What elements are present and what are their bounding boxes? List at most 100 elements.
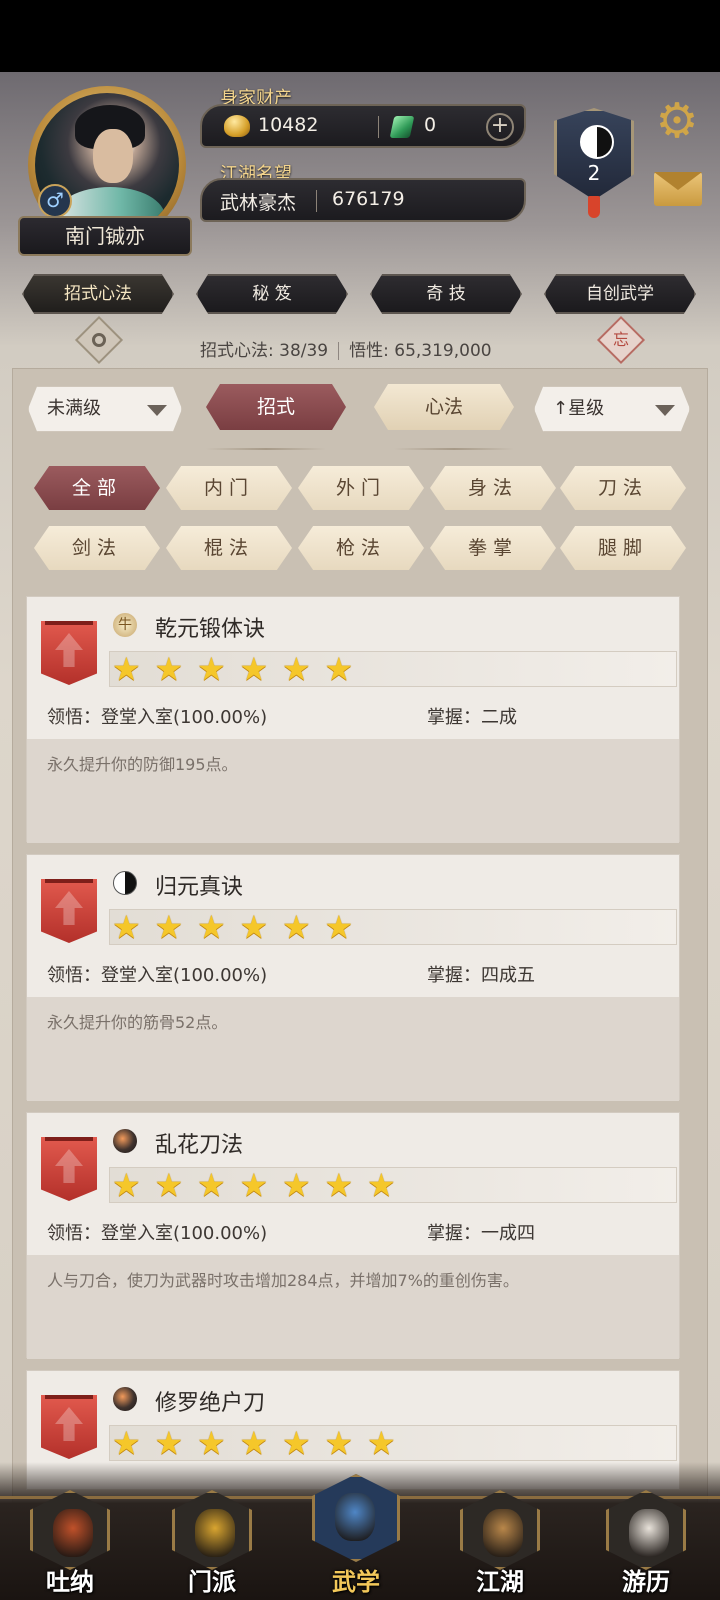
- star-icon: ★: [154, 1166, 184, 1204]
- mail-envelope-icon[interactable]: [654, 172, 702, 206]
- star-icon: ★: [112, 1166, 141, 1204]
- nav-label: 游历: [622, 1567, 670, 1596]
- nav-breathing[interactable]: 吐纳: [22, 1490, 118, 1600]
- filter-spear[interactable]: 枪法: [298, 526, 424, 570]
- skill-description: 永久提升你的筋骨52点。: [47, 1013, 228, 1032]
- star-icon: ★: [197, 1166, 226, 1204]
- tab-moves-methods[interactable]: 招式心法: [22, 274, 174, 314]
- filter-leg-kick[interactable]: 腿脚: [560, 526, 686, 570]
- jade-icon: [389, 116, 415, 138]
- nav-martial-arts[interactable]: 武学: [308, 1474, 404, 1600]
- star-icon: ★: [154, 650, 184, 688]
- nav-travel[interactable]: 游历: [598, 1490, 694, 1600]
- sort-value: ↑星级: [553, 398, 605, 419]
- nav-label: 江湖: [476, 1567, 524, 1596]
- tab-self-created[interactable]: 自创武学: [544, 274, 696, 314]
- nav-label: 吐纳: [46, 1567, 94, 1596]
- star-icon: ★: [324, 1166, 354, 1204]
- horse-icon: [606, 1490, 686, 1570]
- star-icon: ★: [239, 908, 269, 946]
- star-rating: ★ ★ ★ ★ ★ ★ ★: [109, 1425, 677, 1461]
- chevron-down-icon: [655, 405, 675, 416]
- mastery-text: 掌握：四成五: [427, 965, 535, 986]
- star-rating: ★ ★ ★ ★ ★ ★: [109, 651, 677, 687]
- eye-toggle-icon[interactable]: [74, 315, 124, 365]
- star-icon: ★: [367, 1424, 396, 1462]
- star-icon: ★: [154, 908, 184, 946]
- star-icon: ★: [324, 1424, 354, 1462]
- jade-amount: 0: [424, 114, 437, 136]
- level-filter-dropdown[interactable]: 未满级: [28, 386, 182, 432]
- mastery-text: 掌握：一成四: [427, 1223, 535, 1244]
- skill-name: 归元真诀: [155, 875, 244, 900]
- skill-card[interactable]: 归元真诀 ★ ★ ★ ★ ★ ★ 领悟：登堂入室(100.00%) 掌握：四成五 永久提升…: [26, 854, 680, 1101]
- divider-ornament: [394, 448, 514, 450]
- divider-ornament: [206, 448, 326, 450]
- gold-ingot-icon: [224, 115, 250, 137]
- skills-count: 招式心法: 38/39: [200, 341, 329, 361]
- filter-staff[interactable]: 棍法: [166, 526, 292, 570]
- skill-card[interactable]: 牛 乾元锻体诀 ★ ★ ★ ★ ★ ★ 领悟：登堂入室(100.00%) 掌握：二成 永久…: [26, 596, 680, 843]
- yinyang-icon: [113, 871, 137, 895]
- mastery-text: 掌握：二成: [427, 707, 517, 728]
- ox-icon: 牛: [113, 613, 137, 637]
- star-icon: ★: [367, 1166, 396, 1204]
- game-screen: ♂ 南门铖亦 身家财产 10482 0 + 江湖名望 武林豪杰 676179 2…: [0, 72, 720, 1600]
- blade-icon: [113, 1129, 137, 1153]
- gender-male-icon: ♂: [38, 184, 72, 218]
- skill-name: 修罗绝户刀: [155, 1391, 266, 1416]
- tab-special-skills[interactable]: 奇 技: [370, 274, 522, 314]
- player-name: 南门铖亦: [18, 216, 192, 256]
- filter-all[interactable]: 全部: [34, 466, 160, 510]
- filter-sword[interactable]: 剑法: [34, 526, 160, 570]
- sort-dropdown[interactable]: ↑星级: [534, 386, 690, 432]
- yinyang-icon: [580, 125, 614, 159]
- star-icon: ★: [282, 908, 311, 946]
- status-bar: [0, 0, 720, 72]
- nav-sect[interactable]: 门派: [164, 1490, 260, 1600]
- skill-name: 乱花刀法: [155, 1133, 244, 1158]
- reputation-bar: 武林豪杰 676179: [200, 178, 526, 222]
- filter-movement[interactable]: 身法: [430, 466, 556, 510]
- nav-label: 武学: [332, 1567, 380, 1596]
- tab-moves[interactable]: 招式: [206, 384, 346, 430]
- bottom-nav: 吐纳 门派 武学 江湖 游历: [0, 1462, 720, 1600]
- reputation-title: 武林豪杰: [220, 192, 297, 214]
- rank-badge[interactable]: 2: [554, 108, 634, 200]
- add-currency-button[interactable]: +: [486, 113, 514, 141]
- tab-secret-manual[interactable]: 秘 笈: [196, 274, 348, 314]
- filter-outer[interactable]: 外门: [298, 466, 424, 510]
- skills-stats: 招式心法: 38/39 悟性: 65,319,000: [200, 336, 492, 361]
- forget-seal-icon[interactable]: 忘: [596, 315, 646, 365]
- gold-amount: 10482: [258, 114, 319, 136]
- star-icon: ★: [282, 1424, 311, 1462]
- upgrade-banner-icon[interactable]: [41, 1137, 97, 1201]
- upgrade-banner-icon[interactable]: [41, 621, 97, 685]
- comprehension-text: 领悟：登堂入室(100.00%): [47, 1223, 268, 1244]
- star-icon: ★: [197, 1424, 226, 1462]
- skill-description: 人与刀合，使刀为武器时攻击增加284点，并增加7%的重创伤害。: [47, 1271, 519, 1290]
- star-icon: ★: [154, 1424, 184, 1462]
- star-icon: ★: [239, 650, 269, 688]
- filter-inner[interactable]: 内门: [166, 466, 292, 510]
- tab-methods[interactable]: 心法: [374, 384, 514, 430]
- skill-card[interactable]: 乱花刀法 ★ ★ ★ ★ ★ ★ ★ 领悟：登堂入室(100.00%) 掌握：一成四 人与刀…: [26, 1112, 680, 1359]
- star-icon: ★: [324, 908, 354, 946]
- settings-gear-icon[interactable]: ⚙: [652, 96, 702, 146]
- insight-value: 悟性: 65,319,000: [349, 341, 492, 361]
- star-icon: ★: [282, 650, 311, 688]
- filter-blade[interactable]: 刀法: [560, 466, 686, 510]
- currency-bar: 10482 0 +: [200, 104, 526, 148]
- upgrade-banner-icon[interactable]: [41, 1395, 97, 1459]
- chevron-down-icon: [147, 405, 167, 416]
- star-icon: ★: [282, 1166, 311, 1204]
- level-filter-value: 未满级: [47, 398, 101, 419]
- star-icon: ★: [239, 1166, 269, 1204]
- star-icon: ★: [324, 650, 354, 688]
- star-rating: ★ ★ ★ ★ ★ ★: [109, 909, 677, 945]
- nav-jianghu[interactable]: 江湖: [452, 1490, 548, 1600]
- upgrade-banner-icon[interactable]: [41, 879, 97, 943]
- star-icon: ★: [112, 1424, 141, 1462]
- filter-fist-palm[interactable]: 拳掌: [430, 526, 556, 570]
- comprehension-text: 领悟：登堂入室(100.00%): [47, 965, 268, 986]
